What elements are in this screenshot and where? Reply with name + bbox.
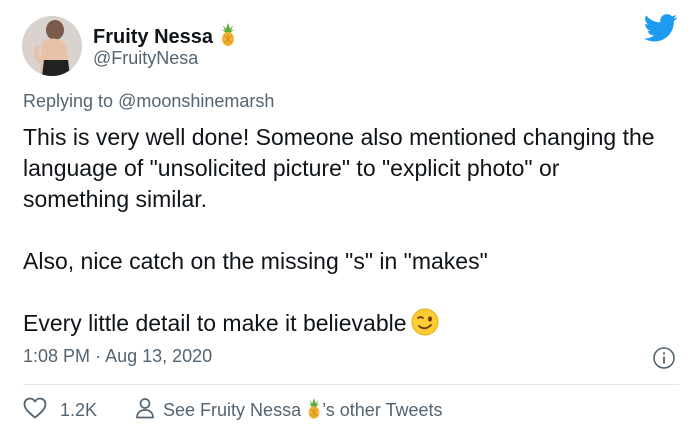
- replying-to-line: Replying to @moonshinemarsh: [23, 91, 274, 112]
- tweet-timestamp[interactable]: 1:08 PM · Aug 13, 2020: [23, 346, 212, 367]
- tweet-time[interactable]: 1:08 PM: [23, 346, 90, 366]
- see-other-suffix[interactable]: ’s other Tweets: [322, 400, 442, 420]
- see-other-label[interactable]: See Fruity Nessa ’s other Tweets: [163, 397, 443, 424]
- twitter-bird-icon[interactable]: [643, 14, 678, 47]
- tweet-paragraph-3: Every little detail to make it believabl…: [23, 310, 407, 336]
- like-count[interactable]: 1.2K: [60, 400, 97, 421]
- info-icon[interactable]: [652, 346, 676, 375]
- like-button[interactable]: 1.2K: [23, 397, 97, 424]
- heart-icon[interactable]: [23, 397, 47, 424]
- tweet-card: Fruity Nessa @FruityNesa Replying to @mo…: [0, 0, 700, 438]
- avatar[interactable]: [22, 16, 82, 76]
- see-other-prefix[interactable]: See Fruity Nessa: [163, 400, 301, 420]
- tweet-paragraph-1: This is very well done! Someone also men…: [23, 124, 655, 212]
- pineapple-icon: [306, 397, 322, 424]
- divider: [23, 384, 679, 385]
- author-name[interactable]: Fruity Nessa: [93, 26, 213, 49]
- timestamp-separator: ·: [95, 346, 102, 366]
- tweet-paragraph-2: Also, nice catch on the missing "s" in "…: [23, 248, 488, 274]
- winking-face-icon: [411, 308, 439, 344]
- author-handle[interactable]: @FruityNesa: [93, 48, 198, 69]
- tweet-actions: 1.2K See Fruity Nessa ’s other Tweets: [23, 397, 443, 424]
- tweet-date[interactable]: Aug 13, 2020: [105, 346, 212, 366]
- person-icon[interactable]: [135, 397, 155, 424]
- reply-mention-link[interactable]: @moonshinemarsh: [118, 91, 274, 111]
- replying-prefix: Replying to: [23, 91, 114, 111]
- see-other-tweets-link[interactable]: See Fruity Nessa ’s other Tweets: [135, 397, 443, 424]
- tweet-text: This is very well done! Someone also men…: [23, 122, 663, 344]
- tweet-paragraph-3-row: Every little detail to make it believabl…: [23, 308, 663, 344]
- pineapple-icon: [219, 22, 237, 52]
